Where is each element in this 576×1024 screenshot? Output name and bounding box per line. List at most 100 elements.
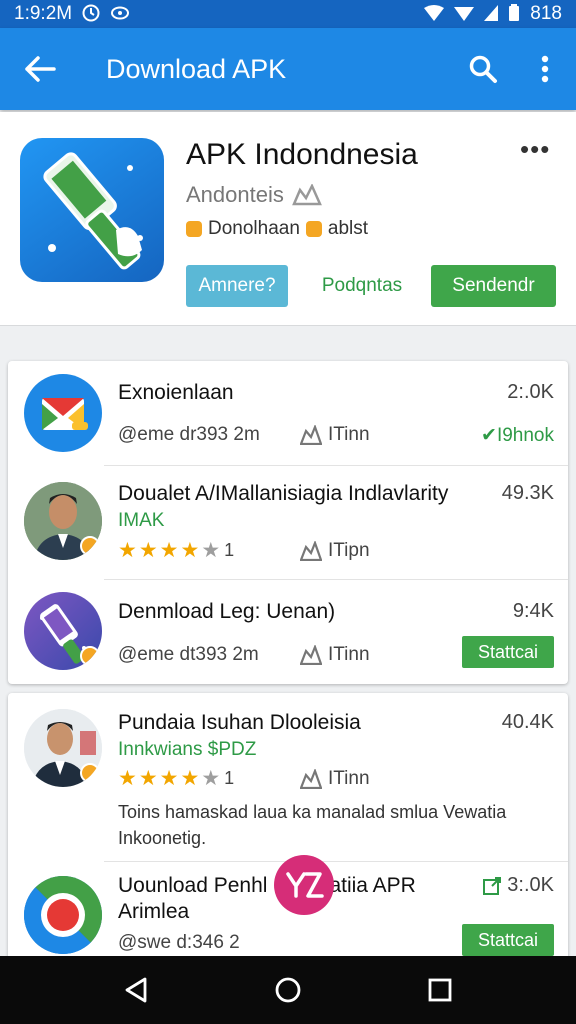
back-triangle-icon — [125, 977, 147, 1003]
external-link-icon — [483, 876, 502, 895]
app-bar: Download APK — [0, 28, 576, 110]
list-item-title: Doualet A/IMallanisiagia Indlavlarity — [118, 482, 449, 505]
cell-signal-icon — [484, 4, 499, 24]
app-icon — [20, 138, 164, 282]
star-icon: ★ — [138, 767, 158, 790]
list-item-size: 2:.0K — [507, 381, 554, 403]
list-item-title: Pundaia Isuhan Dlooleisia — [118, 711, 361, 734]
battery-level: 818 — [530, 3, 562, 24]
rank-icon — [300, 541, 322, 561]
list-item-title-line2: Arimlea — [118, 900, 190, 923]
download-badge-icon — [186, 221, 202, 237]
app-meta: Donolhaan ablst — [186, 218, 368, 240]
watermark-logo — [274, 855, 334, 915]
system-nav-bar — [0, 956, 576, 1024]
list-item-rank-label: ITipn — [328, 540, 370, 561]
list-item-size: 49.3K — [501, 482, 554, 504]
list-item-subtitle: Innkwians $PDZ — [118, 739, 257, 760]
more-options-button[interactable]: ••• — [520, 134, 550, 165]
list-item-description: Toins hamaskad laua ka manalad smlua Vew… — [118, 802, 507, 848]
star-icon: ★ — [138, 539, 158, 562]
rank-icon — [300, 645, 322, 665]
app-developer-name: Andonteis — [186, 182, 284, 207]
list-item-size-group: 3:.0K — [483, 874, 554, 897]
star-icon: ★ — [159, 539, 179, 562]
download-button[interactable]: Sendendr — [431, 265, 556, 307]
verified-badge-icon — [80, 536, 100, 556]
star-icon: ★ — [118, 767, 137, 790]
list-item-title-main: Uounload Penhl — [118, 874, 268, 897]
list-item-rank: ITinn — [300, 644, 370, 666]
verified-badge-icon — [80, 763, 100, 783]
app-meta-label-2: ablst — [327, 218, 369, 239]
list-item[interactable]: Exnoienlaan 2:.0K @eme dr393 2m ITinn ✔I… — [8, 361, 568, 465]
star-empty-icon: ★ — [201, 767, 221, 790]
verified-badge-icon — [80, 646, 100, 666]
star-empty-icon: ★ — [201, 539, 221, 562]
details-button[interactable]: Podqntas — [300, 265, 424, 307]
star-icon: ★ — [159, 767, 179, 790]
list-item-size: 40.4K — [501, 711, 554, 733]
list-item-rank-label: ITinn — [328, 768, 370, 789]
list-item-rank: ITipn — [300, 540, 370, 562]
list-item-meta: @swe d:346 2 — [118, 932, 240, 953]
list-item-title: Denmload Leg: Uenan) — [118, 600, 336, 623]
list-item-rank-label: ITinn — [328, 644, 370, 665]
home-circle-icon — [275, 977, 301, 1003]
nav-recents-button[interactable] — [410, 960, 470, 1020]
app-icon — [24, 876, 102, 954]
nav-back-button[interactable] — [106, 960, 166, 1020]
list-item[interactable]: Doualet A/IMallanisiagia Indlavlarity 49… — [8, 466, 568, 579]
star-icon: ★ — [180, 539, 200, 562]
wifi-icon — [424, 4, 445, 24]
rank-icon — [300, 425, 322, 445]
back-button[interactable] — [0, 28, 80, 110]
more-vert-icon — [541, 55, 549, 83]
list-item-rank: ITinn — [300, 424, 370, 446]
app-list-card: Pundaia Isuhan Dlooleisia 40.4K Innkwian… — [8, 693, 568, 963]
list-item-title: Exnoienlaan — [118, 381, 234, 404]
list-item-meta: @eme dr393 2m — [118, 424, 260, 445]
nav-home-button[interactable] — [258, 960, 318, 1020]
list-item-size: 3:.0K — [507, 874, 554, 896]
search-icon — [469, 55, 497, 83]
list-item[interactable]: Pundaia Isuhan Dlooleisia 40.4K Innkwian… — [8, 693, 568, 861]
recents-square-icon — [428, 978, 452, 1002]
overflow-menu-button[interactable] — [514, 28, 576, 110]
install-button[interactable]: Amnere? — [186, 265, 288, 307]
avatar — [24, 709, 102, 787]
sync-icon — [110, 5, 130, 24]
data-saver-icon — [82, 4, 100, 25]
search-button[interactable] — [452, 28, 514, 110]
verified-badge-icon — [291, 184, 322, 206]
app-meta-label: Donolhaan — [208, 218, 300, 239]
list-item-rank-label: ITinn — [328, 424, 370, 445]
list-item-size: 9:4K — [512, 600, 554, 622]
list-item-title: Uounload Penhl atiia APR — [118, 874, 416, 898]
app-icon — [24, 374, 102, 452]
list-item-meta: @eme dt393 2m — [118, 644, 259, 665]
page-title: Download APK — [106, 53, 287, 84]
battery-icon — [508, 3, 520, 25]
star-icon: ★ — [118, 539, 137, 562]
rating-count: 1 — [224, 540, 235, 560]
list-item-title-tail: atiia APR — [329, 874, 416, 897]
installed-status: ✔I9hnok — [481, 425, 554, 446]
rating-stars: ★ ★ ★ ★ ★ 1 — [118, 766, 234, 791]
start-button[interactable]: Stattcai — [462, 636, 554, 668]
tablet-badge-icon — [305, 221, 322, 237]
signal-icon — [454, 5, 475, 24]
avatar — [24, 482, 102, 560]
app-developer: Andonteis — [186, 182, 322, 208]
rating-stars: ★ ★ ★ ★ ★ 1 — [118, 538, 234, 563]
arrow-left-icon — [25, 56, 56, 82]
start-button[interactable]: Stattcai — [462, 924, 554, 956]
list-item-subtitle: IMAK — [118, 510, 165, 531]
app-icon — [24, 592, 102, 670]
star-icon: ★ — [180, 767, 200, 790]
status-time: 1:9:2M — [14, 3, 73, 24]
list-item[interactable]: Denmload Leg: Uenan) 9:4K @eme dt393 2m … — [8, 580, 568, 684]
app-header-card: APK Indondnesia Andonteis Donolhaan abls… — [0, 112, 576, 326]
rank-icon — [300, 769, 322, 789]
list-item-rank: ITinn — [300, 768, 370, 790]
